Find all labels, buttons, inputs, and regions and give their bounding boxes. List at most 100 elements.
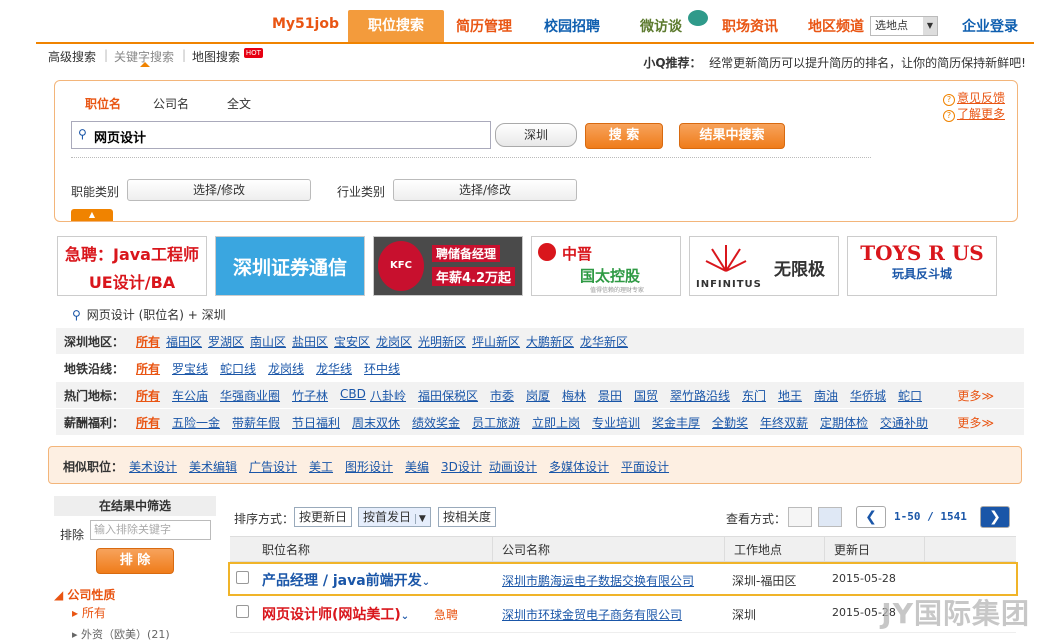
sort-by-first[interactable]: 按首发日 ▼ (358, 507, 431, 527)
filter-item[interactable]: 宝安区 (334, 333, 370, 350)
filter-item[interactable]: 市委 (490, 387, 514, 404)
filter-item[interactable]: 龙华新区 (580, 333, 628, 350)
filter-item[interactable]: 南油 (814, 387, 838, 404)
job-title-link[interactable]: 网页设计师(网站美工)⌄ (262, 604, 409, 624)
search-within-button[interactable]: 结果中搜索 (679, 123, 785, 149)
filter-item[interactable]: 岗厦 (526, 387, 550, 404)
company-type-foreign[interactable]: ▸ 外资（欧美）(21) (72, 626, 170, 642)
more-landmarks-link[interactable]: 更多≫ (957, 387, 994, 404)
exclude-button[interactable]: 排 除 (96, 548, 174, 574)
filter-item[interactable]: 带薪年假 (232, 414, 280, 431)
filter-item[interactable]: 东门 (742, 387, 766, 404)
filter-item[interactable]: 五险一金 (172, 414, 220, 431)
filter-item[interactable]: 龙岗区 (376, 333, 412, 350)
filter-item[interactable]: 绩效奖金 (412, 414, 460, 431)
nav-campus[interactable]: 校园招聘 (544, 16, 600, 36)
similar-job-link[interactable]: 平面设计 (621, 458, 669, 475)
banner-ad-1[interactable]: 急聘：Java工程师 UE设计/BA (57, 236, 207, 296)
filter-item[interactable]: 年终双薪 (760, 414, 808, 431)
nav-resume[interactable]: 简历管理 (456, 16, 512, 36)
filter-item[interactable]: 蛇口线 (220, 360, 256, 377)
advanced-search-link[interactable]: 高级搜索 (48, 48, 96, 65)
filter-item[interactable]: 蛇口 (898, 387, 922, 404)
filter-item[interactable]: 梅林 (562, 387, 586, 404)
similar-job-link[interactable]: 美编 (405, 458, 429, 475)
filter-item[interactable]: 华强商业圈 (220, 387, 280, 404)
filter-item[interactable]: 南山区 (250, 333, 286, 350)
filter-item[interactable]: 全勤奖 (712, 414, 748, 431)
similar-job-link[interactable]: 美术设计 (129, 458, 177, 475)
region-select[interactable]: 选地点 ▼ (870, 16, 938, 36)
filter-item[interactable]: 周末双休 (352, 414, 400, 431)
collapse-toggle[interactable]: ▲ (71, 209, 113, 221)
similar-job-link[interactable]: 美术编辑 (189, 458, 237, 475)
filter-item[interactable]: 国贸 (634, 387, 658, 404)
filter-item[interactable]: 定期体检 (820, 414, 868, 431)
filter-item[interactable]: 立即上岗 (532, 414, 580, 431)
view-grid-icon[interactable] (788, 507, 812, 527)
feedback-link[interactable]: ? 意见反馈 (942, 89, 1005, 106)
filter-item[interactable]: 专业培训 (592, 414, 640, 431)
filter-item[interactable]: 罗宝线 (172, 360, 208, 377)
filter-item[interactable]: 环中线 (364, 360, 400, 377)
filter-all[interactable]: 所有 (136, 387, 160, 404)
search-button[interactable]: 搜 索 (585, 123, 663, 149)
filter-item[interactable]: 龙岗线 (268, 360, 304, 377)
prev-page-button[interactable]: ❮ (856, 506, 886, 528)
banner-ad-4[interactable]: 中晋 国太控股 值得信赖的理财专家 (531, 236, 681, 296)
filter-item[interactable]: 交通补助 (880, 414, 928, 431)
filter-item[interactable]: 罗湖区 (208, 333, 244, 350)
filter-item[interactable]: 大鹏新区 (526, 333, 574, 350)
filter-item[interactable]: 地王 (778, 387, 802, 404)
tab-company[interactable]: 公司名 (153, 95, 189, 112)
similar-job-link[interactable]: 广告设计 (249, 458, 297, 475)
filter-item[interactable]: 坪山新区 (472, 333, 520, 350)
banner-ad-3[interactable]: KFC 聘储备经理 年薪4.2万起 (373, 236, 523, 296)
banner-ad-2[interactable]: 深圳证券通信 (215, 236, 365, 296)
similar-job-link[interactable]: 美工 (309, 458, 333, 475)
nav-region[interactable]: 地区频道 (808, 16, 864, 36)
nav-news[interactable]: 职场资讯 (722, 16, 778, 36)
company-link[interactable]: 深圳市环球金贸电子商务有限公司 (502, 606, 682, 623)
company-type-all[interactable]: ▸ 所有 (72, 604, 106, 621)
filter-item[interactable]: 龙华线 (316, 360, 352, 377)
map-search-link[interactable]: 地图搜索 HOT (192, 48, 263, 65)
filter-item[interactable]: 八卦岭 (370, 387, 406, 404)
filter-item[interactable]: 福田区 (166, 333, 202, 350)
similar-job-link[interactable]: 3D设计 (441, 458, 482, 475)
company-login[interactable]: 企业登录 (962, 16, 1018, 36)
similar-job-link[interactable]: 图形设计 (345, 458, 393, 475)
table-row[interactable]: 产品经理 / java前端开发⌄ 深圳市鹏海运电子数据交换有限公司 深圳-福田区… (228, 562, 1018, 596)
filter-item[interactable]: 车公庙 (172, 387, 208, 404)
industry-select[interactable]: 选择/修改 (393, 179, 577, 201)
filter-item[interactable]: 竹子林 (292, 387, 328, 404)
tab-job-title[interactable]: 职位名 (85, 95, 121, 112)
function-select[interactable]: 选择/修改 (127, 179, 311, 201)
filter-item[interactable]: 华侨城 (850, 387, 886, 404)
filter-item[interactable]: 奖金丰厚 (652, 414, 700, 431)
exclude-input[interactable]: 输入排除关键字 (90, 520, 211, 540)
company-link[interactable]: 深圳市鹏海运电子数据交换有限公司 (502, 572, 694, 589)
sort-by-update[interactable]: 按更新日 (294, 507, 353, 527)
next-page-button[interactable]: ❯ (980, 506, 1010, 528)
filter-item[interactable]: 翠竹路沿线 (670, 387, 730, 404)
sort-by-relevance[interactable]: 按相关度 (438, 507, 497, 527)
filter-all[interactable]: 所有 (136, 360, 160, 377)
filter-item[interactable]: 节日福利 (292, 414, 340, 431)
filter-item[interactable]: 福田保税区 (418, 387, 478, 404)
banner-ad-6[interactable]: TOYS R US 玩具反斗城 (847, 236, 997, 296)
learn-more-link[interactable]: ? 了解更多 (942, 105, 1005, 122)
filter-item[interactable]: 员工旅游 (472, 414, 520, 431)
row-checkbox[interactable] (236, 605, 249, 618)
similar-job-link[interactable]: 动画设计 (489, 458, 537, 475)
nav-job-search[interactable]: 职位搜索 (348, 10, 444, 42)
filter-item[interactable]: 景田 (598, 387, 622, 404)
view-list-icon[interactable] (818, 507, 842, 527)
keyword-input[interactable]: ⚲ 网页设计 (71, 121, 491, 149)
filter-item[interactable]: 盐田区 (292, 333, 328, 350)
city-select[interactable]: 深圳 (495, 123, 577, 147)
nav-my51job[interactable]: My51job (272, 16, 339, 32)
similar-job-link[interactable]: 多媒体设计 (549, 458, 609, 475)
filter-item[interactable]: 光明新区 (418, 333, 466, 350)
company-type-toggle[interactable]: ◢ 公司性质 (54, 586, 115, 603)
